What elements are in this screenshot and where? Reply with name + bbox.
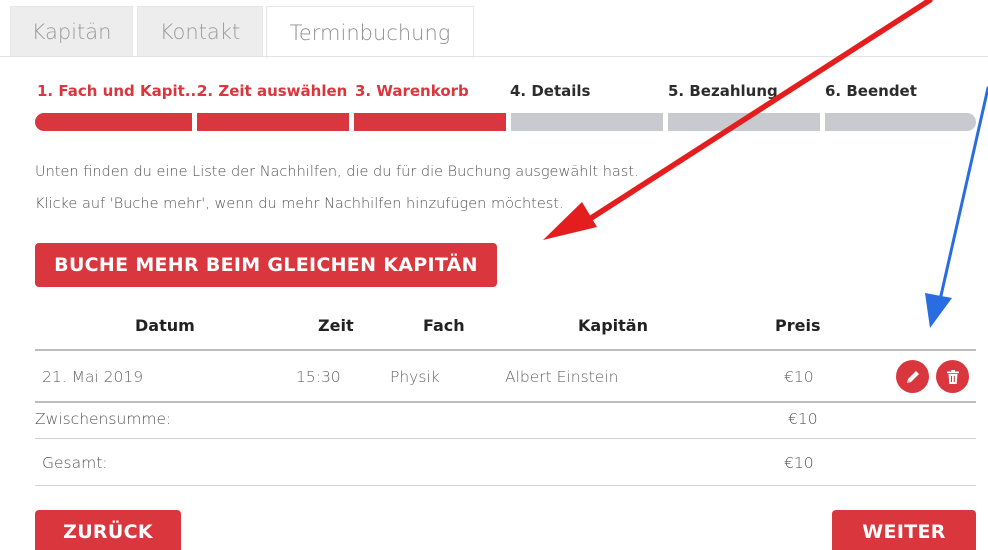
step-4: 4. Details: [510, 82, 591, 100]
header-zeit: Zeit: [318, 316, 354, 335]
row-price: €10: [784, 368, 814, 386]
subtotal-divider: [35, 438, 976, 439]
tab-terminbuchung[interactable]: Terminbuchung: [266, 6, 474, 58]
header-preis: Preis: [775, 316, 821, 335]
row-divider: [35, 401, 976, 403]
total-divider: [35, 485, 976, 486]
header-kapitaen: Kapitän: [578, 316, 648, 335]
info-text-1: Unten finden du eine Liste der Nachhilfe…: [35, 164, 639, 180]
tab-divider: [0, 56, 988, 57]
book-more-button[interactable]: BUCHE MEHR BEIM GLEICHEN KAPITÄN: [35, 243, 497, 287]
next-button[interactable]: WEITER: [832, 510, 976, 550]
step-1[interactable]: 1. Fach und Kapit...: [37, 82, 202, 100]
step-5: 5. Bezahlung: [668, 82, 778, 100]
header-datum: Datum: [135, 316, 195, 335]
step-bar-5: [668, 113, 820, 131]
step-bar-4: [511, 113, 663, 131]
row-time: 15:30: [296, 368, 341, 386]
step-2[interactable]: 2. Zeit auswählen: [197, 82, 347, 100]
step-3[interactable]: 3. Warenkorb: [355, 82, 469, 100]
back-button[interactable]: ZURÜCK: [35, 510, 181, 550]
edit-button[interactable]: [896, 360, 929, 393]
header-fach: Fach: [423, 316, 465, 335]
row-captain: Albert Einstein: [505, 368, 619, 386]
header-divider: [35, 349, 976, 351]
info-text-2: Klicke auf 'Buche mehr', wenn du mehr Na…: [35, 196, 564, 212]
row-date: 21. Mai 2019: [42, 368, 144, 386]
delete-button[interactable]: [936, 360, 969, 393]
step-bar-6: [825, 113, 976, 131]
step-6: 6. Beendet: [825, 82, 917, 100]
pencil-icon: [906, 370, 919, 383]
total-value: €10: [784, 454, 814, 472]
tab-kapitaen[interactable]: Kapitän: [10, 6, 133, 57]
step-bar-1: [35, 113, 192, 131]
step-bar-3: [354, 113, 506, 131]
subtotal-value: €10: [788, 410, 818, 428]
subtotal-label: Zwischensumme:: [35, 410, 172, 428]
step-bar-2: [197, 113, 349, 131]
row-subject: Physik: [390, 368, 440, 386]
tab-kontakt[interactable]: Kontakt: [137, 6, 263, 57]
tab-bar: Kapitän Kontakt Terminbuchung: [0, 0, 988, 58]
trash-icon: [946, 369, 959, 384]
total-label: Gesamt:: [42, 454, 108, 472]
